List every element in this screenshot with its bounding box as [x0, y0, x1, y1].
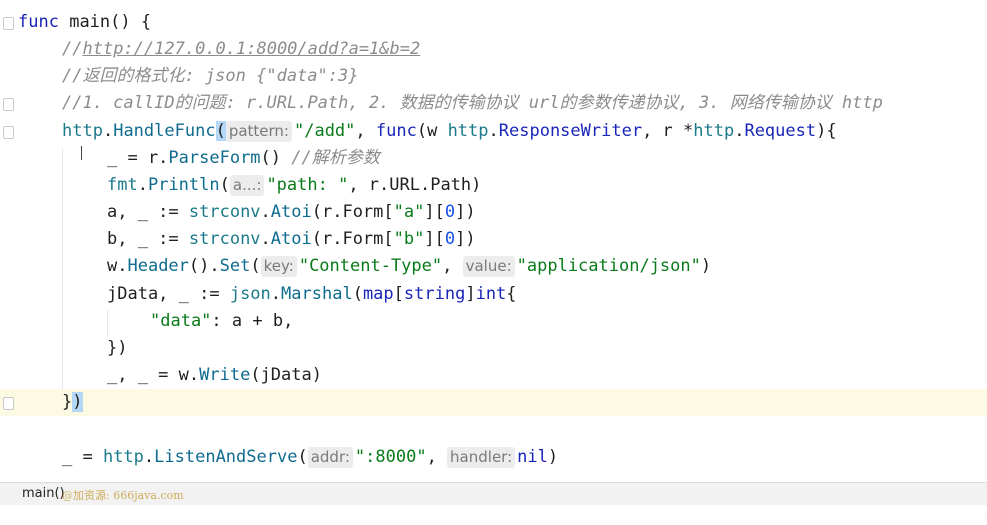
comment: //返回的格式化: json {"data":3} — [62, 66, 359, 86]
current-line[interactable]: }) — [0, 389, 987, 416]
code-line[interactable]: //1. callID的问题: r.URL.Path, 2. 数据的传输协议 u… — [0, 90, 987, 117]
fold-marker-icon[interactable] — [3, 126, 14, 139]
code-text: a, _ := strconv.Atoi(r.Form["a"][0]) — [107, 202, 476, 222]
code-line[interactable]: "data": a + b, — [0, 308, 987, 335]
watermark: @加资源: 666java.com — [62, 489, 184, 502]
breadcrumb[interactable]: main() — [22, 486, 65, 501]
matched-paren: ) — [72, 392, 83, 412]
code-line[interactable]: func main() { — [0, 9, 987, 36]
code-line[interactable]: //http://127.0.0.1:8000/add?a=1&b=2 — [0, 36, 987, 63]
code-line[interactable]: }) — [0, 335, 987, 362]
code-line[interactable]: a, _ := strconv.Atoi(r.Form["a"][0]) — [0, 199, 987, 226]
code-text: }) — [107, 338, 128, 358]
code-text: func main() { — [18, 12, 152, 32]
code-text: jData, _ := json.Marshal(map[string]int{ — [107, 284, 517, 304]
code-line[interactable]: fmt.Println(a...: "path: ", r.URL.Path) — [0, 172, 987, 199]
code-text: _, _ = w.Write(jData) — [107, 365, 322, 385]
fold-marker-icon[interactable] — [3, 397, 14, 410]
code-text: "data": a + b, — [150, 311, 294, 331]
code-line[interactable]: _ = http.ListenAndServe(addr: ":8000", ha… — [0, 444, 987, 471]
code-text: }) — [62, 392, 83, 412]
matched-paren: ( — [215, 121, 226, 141]
code-line[interactable]: _, _ = w.Write(jData) — [0, 362, 987, 389]
comment: //http://127.0.0.1:8000/add?a=1&b=2 — [62, 39, 421, 59]
code-line[interactable]: _ = r.ParseForm() //解析参数 — [0, 145, 987, 172]
param-hint: addr: — [307, 447, 353, 468]
code-line[interactable]: jData, _ := json.Marshal(map[string]int{ — [0, 281, 987, 308]
code-text: _ = http.ListenAndServe(addr: ":8000", ha… — [62, 447, 559, 468]
comment: //1. callID的问题: r.URL.Path, 2. 数据的传输协议 u… — [62, 93, 883, 113]
code-text: http.HandleFunc(pattern: "/add", func(w h… — [62, 121, 837, 142]
param-hint: key: — [260, 256, 297, 277]
code-line[interactable]: w.Header().Set(key: "Content-Type", value… — [0, 253, 987, 280]
param-hint: handler: — [447, 447, 516, 468]
param-hint: pattern: — [225, 121, 292, 142]
code-line[interactable]: b, _ := strconv.Atoi(r.Form["b"][0]) — [0, 226, 987, 253]
param-hint: value: — [462, 256, 515, 277]
code-text: _ = r.ParseForm() //解析参数 — [107, 148, 380, 168]
code-text: fmt.Println(a...: "path: ", r.URL.Path) — [107, 175, 482, 196]
code-line[interactable]: http.HandleFunc(pattern: "/add", func(w h… — [0, 118, 987, 145]
code-text: w.Header().Set(key: "Content-Type", value… — [107, 256, 712, 277]
fold-marker-icon[interactable] — [3, 17, 14, 30]
code-editor[interactable]: func main() { //http://127.0.0.1:8000/ad… — [0, 0, 987, 482]
breadcrumb-bar: main() @加资源: 666java.com — [0, 482, 987, 505]
code-text: b, _ := strconv.Atoi(r.Form["b"][0]) — [107, 229, 476, 249]
param-hint: a...: — [229, 175, 265, 196]
fold-marker-icon[interactable] — [3, 98, 14, 111]
code-line[interactable]: //返回的格式化: json {"data":3} — [0, 63, 987, 90]
